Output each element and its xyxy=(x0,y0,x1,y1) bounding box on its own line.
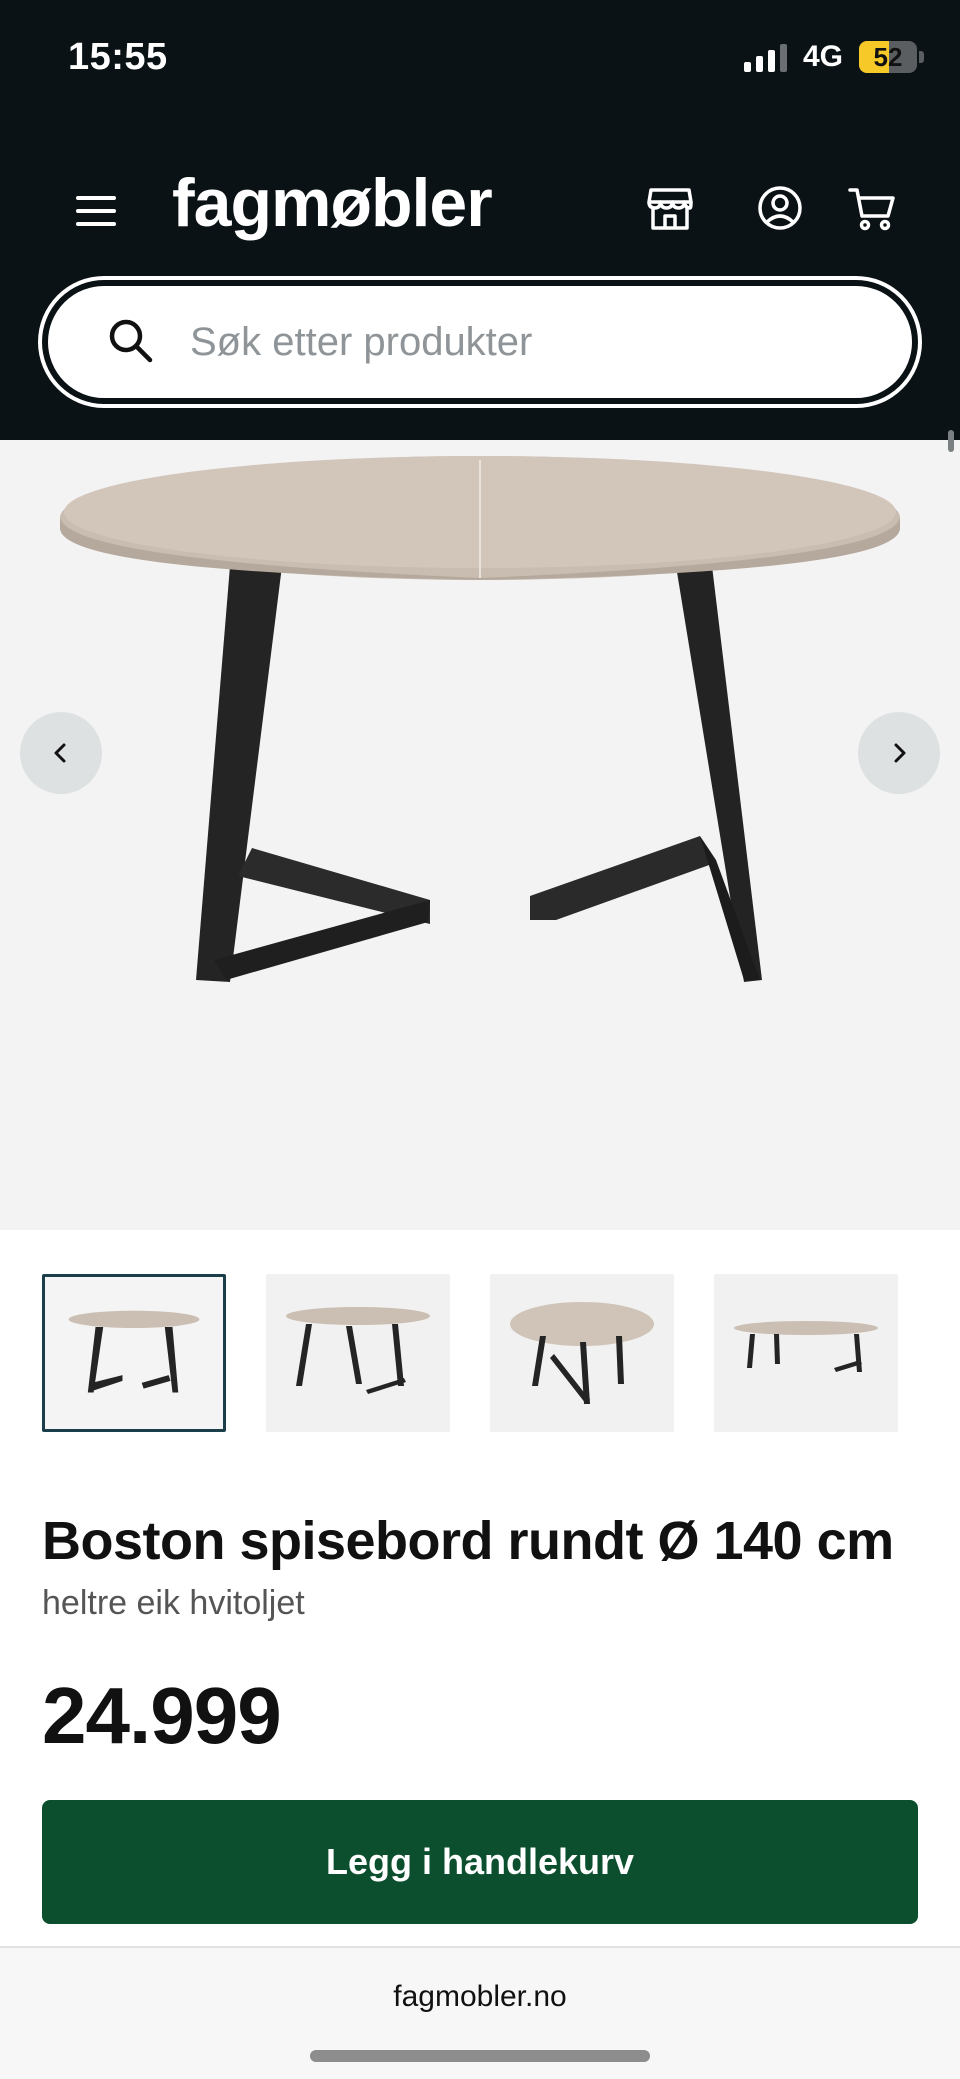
home-indicator[interactable] xyxy=(310,2050,650,2062)
thumbnail-strip xyxy=(42,1274,918,1432)
browser-bottom-bar: fagmobler.no xyxy=(0,1946,960,2079)
chevron-right-icon xyxy=(894,743,906,763)
page-scrollbar[interactable] xyxy=(948,430,954,452)
search-input[interactable] xyxy=(190,304,870,380)
cta-area: Legg i handlekurv xyxy=(0,1760,960,1946)
menu-icon[interactable] xyxy=(76,194,118,228)
site-logo[interactable]: fagmøbler xyxy=(172,164,493,242)
chevron-left-icon xyxy=(54,743,66,763)
battery-cap xyxy=(919,51,924,63)
battery-percent: 52 xyxy=(873,42,903,72)
gallery-next-button[interactable] xyxy=(858,712,940,794)
store-icon[interactable] xyxy=(644,182,696,234)
product-gallery[interactable] xyxy=(0,440,960,1230)
add-to-cart-button[interactable]: Legg i handlekurv xyxy=(42,1800,918,1924)
status-time: 15:55 xyxy=(68,36,168,78)
search-bar[interactable] xyxy=(42,280,918,404)
cart-icon[interactable] xyxy=(846,182,898,234)
product-price: 24.999 xyxy=(42,1671,282,1760)
browser-url[interactable]: fagmobler.no xyxy=(0,1980,960,2014)
search-icon[interactable] xyxy=(106,316,156,366)
gallery-prev-button[interactable] xyxy=(20,712,102,794)
product-variant: heltre eik hvitoljet xyxy=(42,1584,305,1622)
network-label: 4G xyxy=(802,40,843,73)
account-icon[interactable] xyxy=(754,182,806,234)
signal-icon xyxy=(743,42,787,72)
product-image xyxy=(60,456,900,982)
thumbnail-1[interactable] xyxy=(42,1274,226,1432)
thumbnail-4[interactable] xyxy=(714,1274,898,1432)
status-indicators: 4G 52 xyxy=(743,40,924,74)
top-header-area: 15:55 4G 52 fagmøbler xyxy=(0,0,960,440)
product-title: Boston spisebord rundt Ø 140 cm xyxy=(42,1511,894,1571)
status-bar: 15:55 4G 52 xyxy=(0,0,960,120)
site-header: fagmøbler xyxy=(0,140,960,280)
thumbnail-3[interactable] xyxy=(490,1274,674,1432)
thumbnail-2[interactable] xyxy=(266,1274,450,1432)
battery-icon: 52 xyxy=(859,41,917,73)
